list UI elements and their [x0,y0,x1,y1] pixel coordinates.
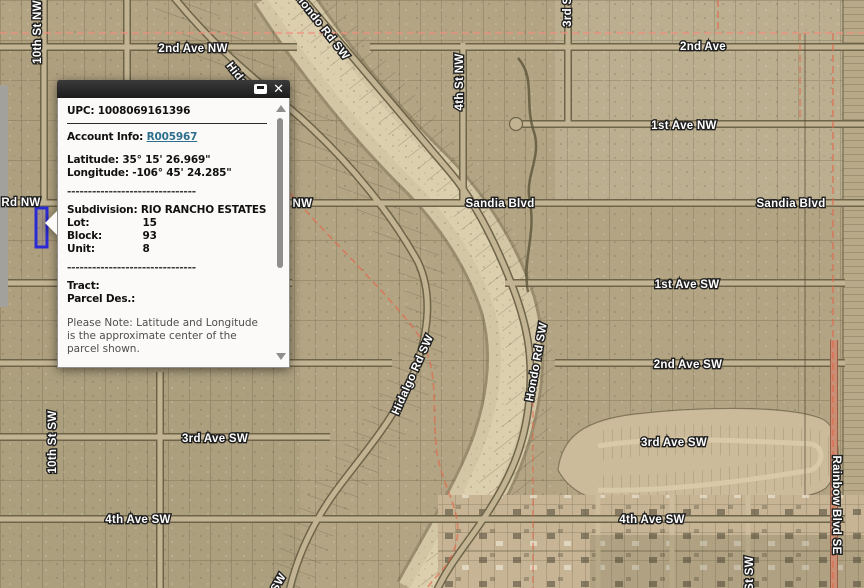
longitude-value: -106° 45' 24.285" [132,167,231,179]
road-label: Sandia Blvd [756,198,825,210]
block-row: Block: 93 [67,230,267,243]
road-label: 3rd St NW [562,0,574,27]
tract-label: Tract: [67,280,100,292]
road-label: Rainbow Blvd SE [830,455,842,554]
road-label: 1st Ave NW [651,120,716,132]
divider [67,123,267,124]
road-label: 4th Ave SW [619,514,684,526]
road-label: Sandia Blvd [465,198,534,210]
popup-pointer [45,211,57,235]
lot-value: 15 [142,217,156,229]
road-label: 2nd Ave SW [654,359,723,371]
road-label: 3rd Ave SW [182,433,248,445]
subdivision-row: Subdivision: RIO RANCHO ESTATES [67,204,267,217]
unit-value: 8 [142,243,149,255]
minimize-button[interactable] [254,84,267,94]
road-label: 1st Ave SW [655,279,720,291]
road-label: 4th St NW [454,54,466,111]
unit-row: Unit: 8 [67,243,267,256]
upc-row: UPC: 1008069161396 [67,105,267,118]
scroll-up-arrow-icon[interactable] [276,105,286,112]
upc-value: 1008069161396 [98,105,190,117]
parcel-des-row: Parcel Des.: [67,293,267,306]
close-button[interactable]: ✕ [273,83,284,96]
unit-label: Unit: [67,243,139,256]
popup-scrollbar[interactable] [275,103,285,362]
subdivision-label: Subdivision: [67,204,137,216]
scrollbar-thumb[interactable] [277,118,283,268]
latitude-label: Latitude: [67,154,119,166]
road-label: 3rd Ave SW [641,437,707,449]
popup-body: UPC: 1008069161396 Account Info: R005967… [57,98,290,368]
latitude-row: Latitude: 35° 15' 26.969" [67,154,267,167]
block-value: 93 [142,230,156,242]
popup-titlebar: ✕ [57,80,290,98]
scroll-down-arrow-icon[interactable] [276,353,286,360]
account-label: Account Info: [67,131,143,143]
note-text: Please Note: Latitude and Longitude is t… [67,317,267,356]
road-label: Rd NW [1,197,40,209]
gis-viewer: 2nd Ave NW2nd Ave1st Ave NWRd NWd NWSand… [0,0,864,588]
subdivision-value: RIO RANCHO ESTATES [141,204,266,216]
road-label: 10th St SW [47,410,59,473]
road-label: 4th Ave SW [105,514,170,526]
dashed-separator: ------------------------------- [67,186,267,199]
tract-row: Tract: [67,280,267,293]
longitude-label: Longitude: [67,167,129,179]
road-label: 10th St NW [32,0,44,64]
longitude-row: Longitude: -106° 45' 24.285" [67,167,267,180]
latitude-value: 35° 15' 26.969" [122,154,210,166]
subdivision-loops [558,408,838,504]
map-edge-strip [0,85,8,307]
account-link[interactable]: R005967 [147,131,198,143]
dashed-separator: ------------------------------- [67,262,267,275]
road-label: 2nd Ave NW [158,43,227,55]
lot-row: Lot: 15 [67,217,267,230]
lot-label: Lot: [67,217,139,230]
road-label: 2nd Ave [680,41,726,53]
account-row: Account Info: R005967 [67,131,267,144]
parcel-des-label: Parcel Des.: [67,293,135,305]
developed-area [438,495,864,588]
block-label: Block: [67,230,139,243]
upc-label: UPC: [67,105,94,117]
road-label: 1st St SW [744,556,756,588]
parcel-info-popup: ✕ UPC: 1008069161396 Account Info: R0059… [57,80,290,368]
